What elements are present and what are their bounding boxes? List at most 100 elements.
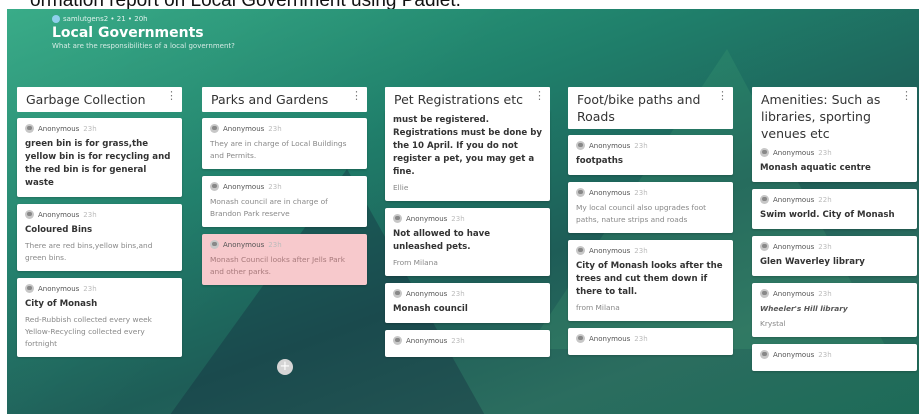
post-card[interactable]: Anonymous 23h My local council also upgra… <box>568 182 733 233</box>
post-age: 23h <box>634 188 648 197</box>
post-body: from Milana <box>576 303 620 312</box>
post-card[interactable]: Anonymous 23h footpaths <box>568 135 733 175</box>
avatar <box>760 195 769 204</box>
post-age: 23h <box>268 182 282 191</box>
padlet-board: samlutgens2 • 21 • 20h Local Governments… <box>7 9 919 414</box>
post-author: Anonymous <box>38 124 80 133</box>
more-options-icon[interactable]: ⋮ <box>351 90 362 101</box>
post-card[interactable]: Anonymous 23h <box>385 330 550 357</box>
avatar <box>393 214 402 223</box>
post-subject: Wheeler's Hill library <box>760 304 848 313</box>
post-age: 23h <box>818 350 832 359</box>
post-author: Anonymous <box>589 246 631 255</box>
post-author: Anonymous <box>38 284 80 293</box>
post-body: My local council also upgrades foot path… <box>576 203 707 224</box>
column-header: Amenities: Such as libraries, sporting v… <box>752 87 917 146</box>
board-meta: samlutgens2 • 21 • 20h <box>63 15 148 23</box>
post-card[interactable]: Anonymous 23h Monash council <box>385 283 550 323</box>
post-author: Anonymous <box>773 242 815 251</box>
avatar <box>760 350 769 359</box>
post-card[interactable]: Anonymous 23h City of Monash Red-Rubbish … <box>17 278 182 357</box>
column-garbage-collection: Garbage Collection ⋮ Anonymous 23h green … <box>17 87 182 364</box>
post-card[interactable]: Anonymous 23h <box>568 328 733 355</box>
column-header: Pet Registrations etc ⋮ <box>385 87 550 112</box>
column-title: Parks and Gardens <box>211 92 329 107</box>
post-subject: Glen Waverley library <box>760 257 865 267</box>
more-options-icon[interactable]: ⋮ <box>901 90 912 101</box>
post-card[interactable]: Anonymous 23h Monash aquatic centre <box>752 142 917 182</box>
post-author: Anonymous <box>773 350 815 359</box>
more-options-icon[interactable]: ⋮ <box>166 90 177 101</box>
post-card[interactable]: Anonymous 23h Coloured Bins There are red… <box>17 204 182 271</box>
post-body: There are red bins,yellow bins,and green… <box>25 241 153 262</box>
avatar <box>25 124 34 133</box>
avatar <box>210 182 219 191</box>
post-age: 23h <box>818 242 832 251</box>
post-card-highlighted[interactable]: Anonymous 23h Monash Council looks after … <box>202 234 367 285</box>
avatar <box>393 336 402 345</box>
post-author: Anonymous <box>406 336 448 345</box>
post-card[interactable]: Anonymous 23h City of Monash looks after … <box>568 240 733 321</box>
more-options-icon[interactable]: ⋮ <box>534 90 545 101</box>
post-subject: City of Monash looks after the trees and… <box>576 261 723 297</box>
post-card[interactable]: Anonymous 22h Swim world. City of Monash <box>752 189 917 229</box>
post-age: 23h <box>83 210 97 219</box>
post-card[interactable]: Anonymous 23h Monash council are in charg… <box>202 176 367 227</box>
post-age: 23h <box>818 289 832 298</box>
post-age: 23h <box>268 124 282 133</box>
post-age: 23h <box>451 336 465 345</box>
board-header: samlutgens2 • 21 • 20h Local Governments… <box>52 15 235 50</box>
column-pet-registrations: Pet Registrations etc ⋮ must be register… <box>385 87 550 364</box>
post-age: 23h <box>634 246 648 255</box>
post-body: Monash council are in charge of Brandon … <box>210 197 328 218</box>
post-age: 23h <box>451 214 465 223</box>
avatar <box>210 124 219 133</box>
avatar <box>760 148 769 157</box>
post-author: Anonymous <box>406 214 448 223</box>
add-post-button[interactable]: + <box>277 359 293 375</box>
post-card[interactable]: Anonymous 23h <box>752 344 917 371</box>
avatar <box>576 246 585 255</box>
post-card[interactable]: Anonymous 23h They are in charge of Local… <box>202 118 367 169</box>
post-author: Anonymous <box>406 289 448 298</box>
post-author: Anonymous <box>589 188 631 197</box>
post-author: Anonymous <box>38 210 80 219</box>
avatar <box>760 242 769 251</box>
column-title: Garbage Collection <box>26 92 146 107</box>
avatar <box>210 240 219 249</box>
post-age: 23h <box>268 240 282 249</box>
post-author: Anonymous <box>773 195 815 204</box>
column-amenities: Amenities: Such as libraries, sporting v… <box>752 87 917 378</box>
board-subtitle: What are the responsibilities of a local… <box>52 42 235 50</box>
post-subject: footpaths <box>576 156 623 166</box>
post-body: From Milana <box>393 258 438 267</box>
more-options-icon[interactable]: ⋮ <box>717 90 728 101</box>
post-body: Red-Rubbish collected every week Yellow-… <box>25 315 152 348</box>
post-author: Anonymous <box>223 240 265 249</box>
board-title: Local Governments <box>52 25 204 41</box>
post-card[interactable]: Anonymous 23h Wheeler's Hill library Krys… <box>752 283 917 337</box>
avatar <box>576 188 585 197</box>
post-card[interactable]: Anonymous 23h Not allowed to have unleash… <box>385 208 550 276</box>
post-author: Anonymous <box>773 148 815 157</box>
post-subject: Coloured Bins <box>25 225 93 235</box>
post-card[interactable]: Anonymous 23h Glen Waverley library <box>752 236 917 276</box>
column-parks-and-gardens: Parks and Gardens ⋮ Anonymous 23h They ar… <box>202 87 367 292</box>
post-body: Monash Council looks after Jells Park an… <box>210 255 345 276</box>
post-age: 23h <box>634 334 648 343</box>
post-subject: Monash aquatic centre <box>760 163 871 173</box>
post-subject: Not allowed to have unleashed pets. <box>393 229 491 252</box>
post-author: Anonymous <box>589 334 631 343</box>
post-age: 23h <box>818 148 832 157</box>
post-card[interactable]: must be registered. Registrations must b… <box>385 110 550 201</box>
post-subject: Swim world. City of Monash <box>760 210 895 220</box>
column-header: Foot/bike paths and Roads ⋮ <box>568 87 733 129</box>
column-header: Garbage Collection ⋮ <box>17 87 182 112</box>
post-age: 22h <box>818 195 832 204</box>
avatar <box>576 141 585 150</box>
column-title: Pet Registrations etc <box>394 92 523 107</box>
avatar <box>25 210 34 219</box>
post-subject: green bin is for grass,the yellow bin is… <box>25 139 171 188</box>
post-body: They are in charge of Local Buildings an… <box>210 139 347 160</box>
post-card[interactable]: Anonymous 23h green bin is for grass,the … <box>17 118 182 197</box>
